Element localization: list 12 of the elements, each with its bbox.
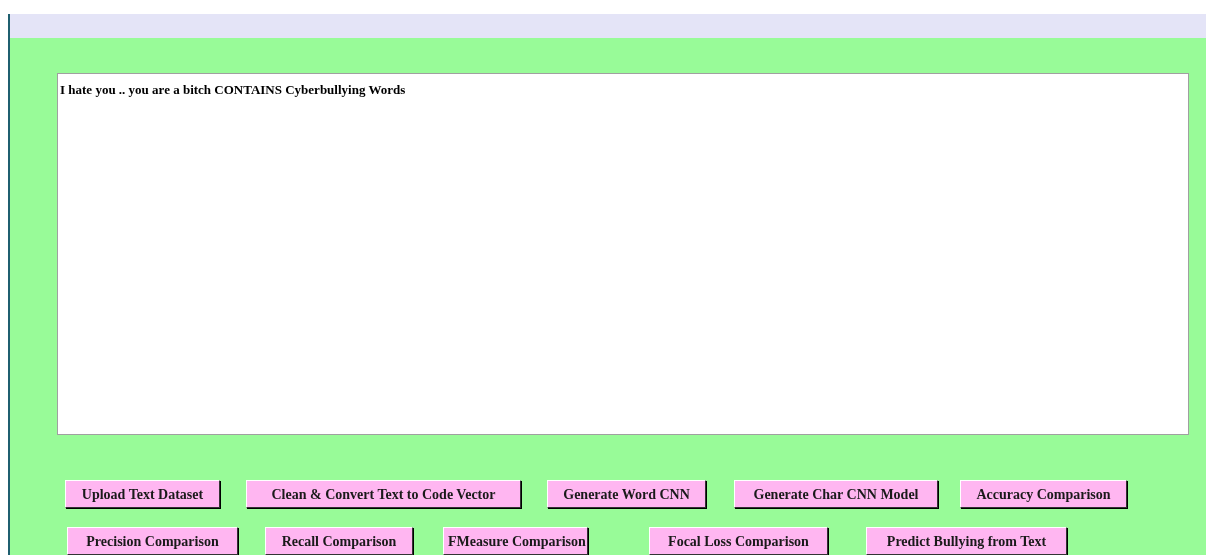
output-text: I hate you .. you are a bitch CONTAINS Cyberbullying Words [60, 82, 406, 97]
action-button[interactable]: Generate Word CNN [547, 480, 706, 508]
action-button[interactable]: FMeasure Comparison [443, 527, 588, 555]
action-button[interactable]: Generate Char CNN Model [734, 480, 938, 508]
action-button[interactable]: Predict Bullying from Text [866, 527, 1067, 555]
action-button[interactable]: Precision Comparison [67, 527, 238, 555]
action-button[interactable]: Focal Loss Comparison [649, 527, 828, 555]
action-button[interactable]: Upload Text Dataset [65, 480, 220, 508]
action-button[interactable]: Accuracy Comparison [960, 480, 1127, 508]
action-button[interactable]: Recall Comparison [265, 527, 413, 555]
output-text-area[interactable]: I hate you .. you are a bitch CONTAINS Cyberbullying Words [57, 73, 1189, 435]
action-button[interactable]: Clean & Convert Text to Code Vector [246, 480, 521, 508]
